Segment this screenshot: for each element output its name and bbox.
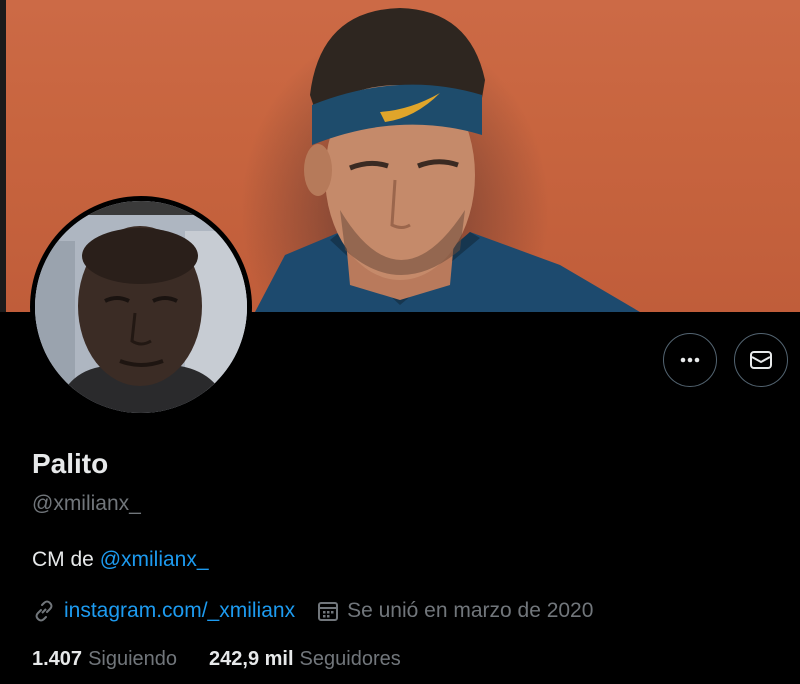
followers-count: 242,9 mil xyxy=(209,648,294,670)
joined-text: Se unió en marzo de 2020 xyxy=(347,599,594,622)
followers-stat[interactable]: 242,9 mil Seguidores xyxy=(209,648,401,671)
following-stat[interactable]: 1.407 Siguiendo xyxy=(32,648,177,671)
more-options-button[interactable] xyxy=(663,333,717,387)
avatar[interactable] xyxy=(30,196,252,418)
avatar-photo xyxy=(35,201,247,413)
bio-text: CM de xyxy=(32,548,100,571)
link-icon xyxy=(35,600,53,622)
following-label: Siguiendo xyxy=(88,648,178,670)
message-button[interactable] xyxy=(734,333,788,387)
avatar-image xyxy=(35,201,247,413)
username-handle: @xmilianx_ xyxy=(32,492,141,515)
bio-mention-link[interactable]: @xmilianx_ xyxy=(100,548,209,571)
joined-date: Se unió en marzo de 2020 xyxy=(317,599,593,623)
profile-website-link[interactable]: instagram.com/_xmilianx xyxy=(64,599,295,623)
envelope-icon xyxy=(750,351,772,369)
profile-meta: instagram.com/_xmilianx Se unió en marzo… xyxy=(32,596,593,626)
calendar-icon xyxy=(318,602,339,621)
display-name: Palito xyxy=(32,448,109,479)
more-options-icon xyxy=(680,357,700,363)
bio: CM de @xmilianx_ xyxy=(32,548,209,572)
profile-stats: 1.407 Siguiendo 242,9 mil Seguidores xyxy=(32,648,401,671)
followers-label: Seguidores xyxy=(299,648,401,670)
following-count: 1.407 xyxy=(32,648,83,670)
